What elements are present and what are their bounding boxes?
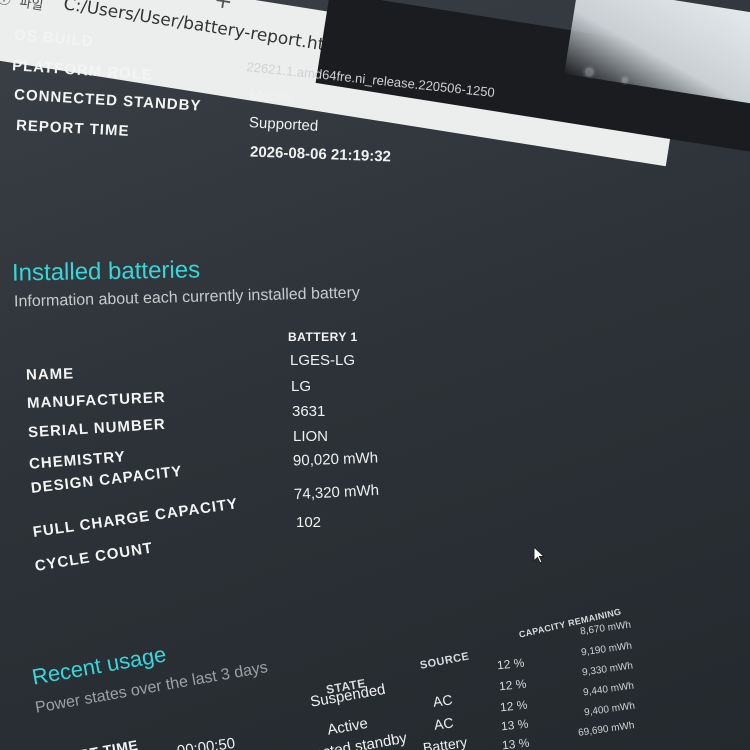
row-percent: 12 % xyxy=(499,697,529,715)
row-mwh: 69,690 mWh xyxy=(577,720,636,739)
battery-report-page: OS BUILD 22621.1.amd64fre.ni_release.220… xyxy=(0,0,750,750)
row-source: AC xyxy=(432,691,454,710)
mouse-cursor-icon xyxy=(533,546,545,564)
screen: ⓘ 파일 C:/Users/User/battery-report.html +… xyxy=(0,0,750,750)
row-source: Battery xyxy=(422,733,469,750)
row-state: Active xyxy=(326,714,370,739)
row-mwh: 9,190 mWh xyxy=(580,640,633,659)
row-source: AC xyxy=(433,714,455,733)
row-mwh: 9,330 mWh xyxy=(581,660,634,679)
source-column-header: SOURCE xyxy=(419,650,471,672)
first-row-time: 00:00:50 xyxy=(176,734,237,750)
start-time-column-header: START TIME xyxy=(50,737,139,750)
row-percent: 13 % xyxy=(501,735,531,750)
row-percent: 13 % xyxy=(500,716,530,734)
row-mwh: 9,440 mWh xyxy=(582,680,635,699)
row-mwh: 9,400 mWh xyxy=(583,700,636,719)
recent-usage-table: CAPACITY REMAINING SOURCE STATE START TI… xyxy=(0,0,750,750)
row-percent: 12 % xyxy=(498,676,528,694)
row-percent: 12 % xyxy=(496,655,526,673)
